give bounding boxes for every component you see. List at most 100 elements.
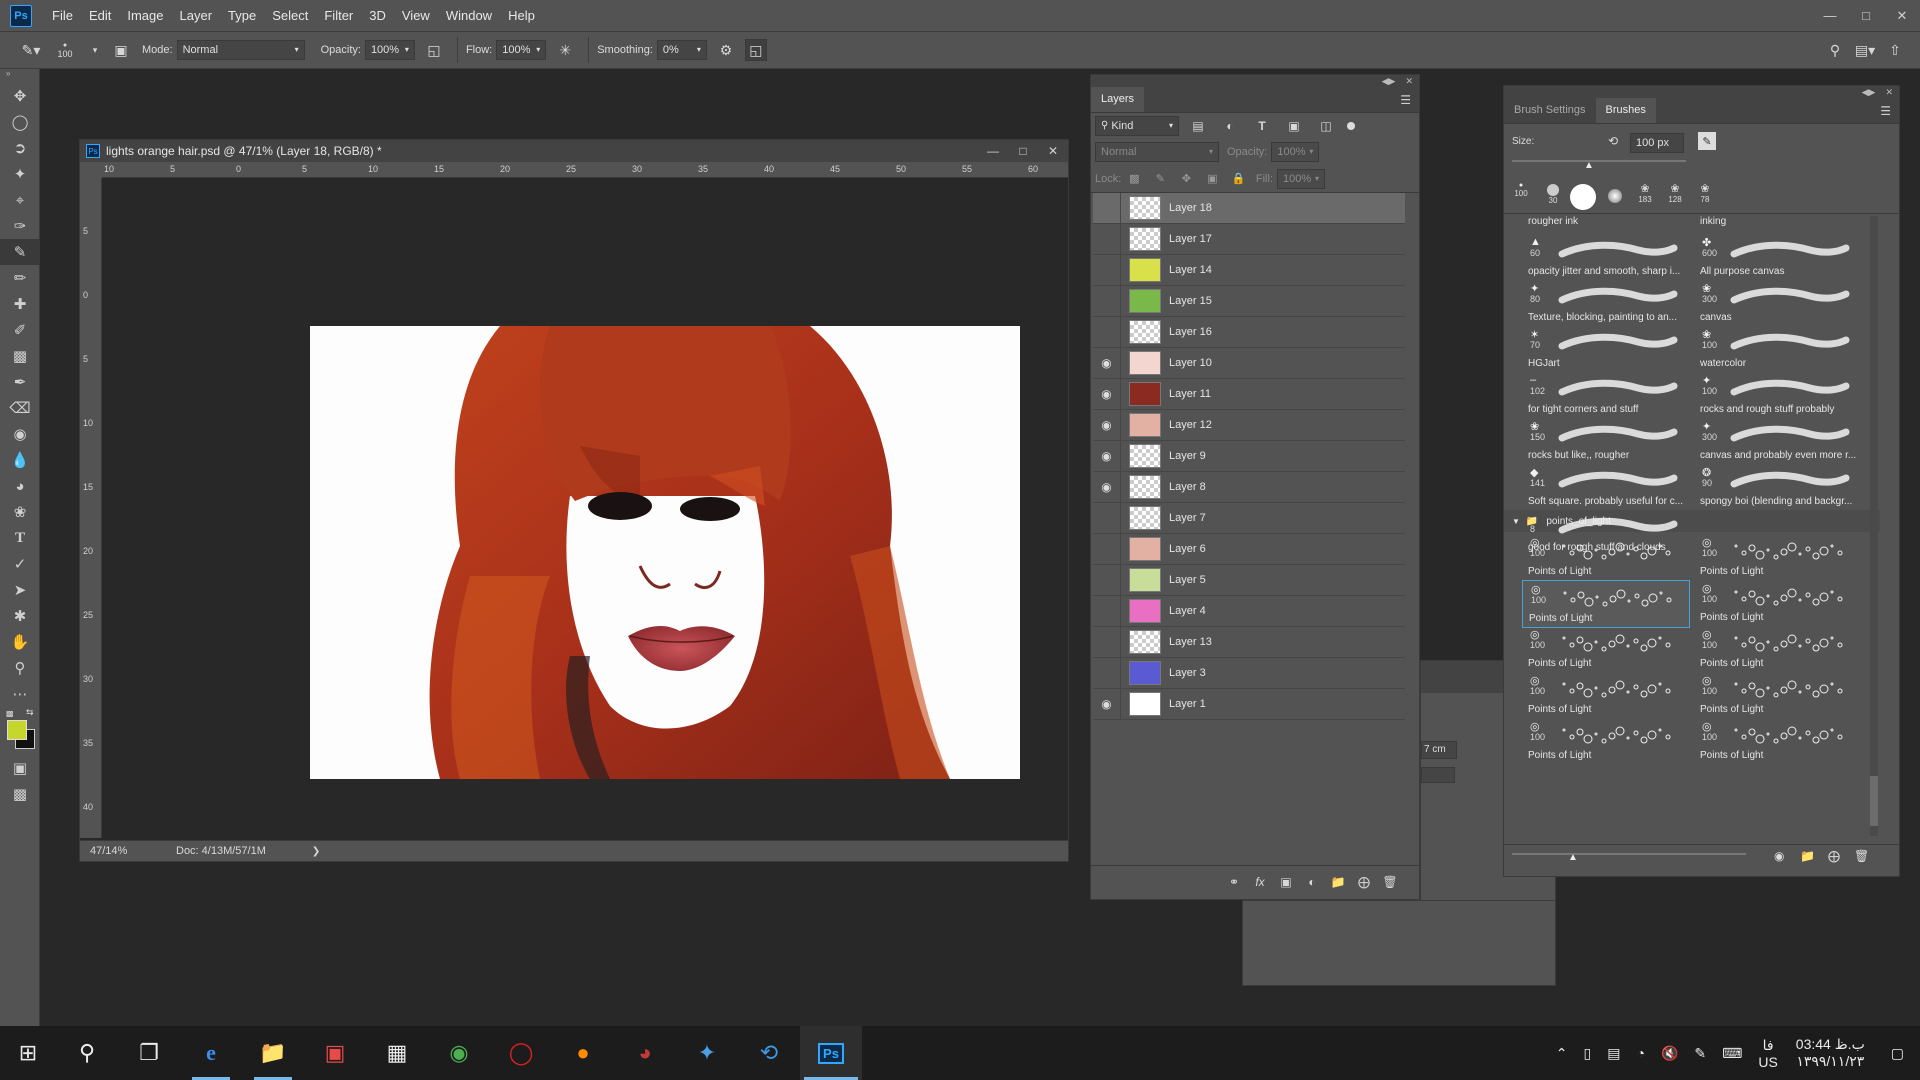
visibility-off-icon[interactable]: [1093, 564, 1121, 596]
layer-thumbnail[interactable]: [1129, 227, 1161, 251]
layer-name[interactable]: Layer 10: [1169, 357, 1212, 369]
tab-layers[interactable]: Layers: [1091, 87, 1145, 112]
ruler-origin[interactable]: [80, 162, 102, 178]
pressure-size-icon[interactable]: ◱: [744, 39, 767, 61]
app-icon-fish[interactable]: ✦: [676, 1026, 738, 1080]
layer-thumbnail[interactable]: [1129, 537, 1161, 561]
new-layer-icon[interactable]: ⨁: [1353, 871, 1375, 893]
layer-row[interactable]: Layer 6: [1093, 533, 1405, 565]
maximize-icon[interactable]: □: [1008, 144, 1038, 158]
eye-icon[interactable]: ◉: [1093, 347, 1121, 379]
brush-tool-preset-icon[interactable]: ✎▾: [20, 39, 42, 61]
magic-wand-tool-icon[interactable]: ✦: [0, 161, 40, 187]
calculator-icon[interactable]: ▦: [366, 1026, 428, 1080]
brush-preset[interactable]: ◎ 100 Points of Light: [1694, 580, 1862, 628]
visibility-off-icon[interactable]: [1093, 595, 1121, 627]
lock-transparent-icon[interactable]: ▩: [1123, 168, 1145, 190]
new-brush-icon[interactable]: ⨁: [1828, 849, 1840, 863]
dodge-tool-icon[interactable]: ◕: [0, 473, 40, 499]
layer-name[interactable]: Layer 13: [1169, 636, 1212, 648]
wifi-icon[interactable]: ◔: [1628, 1045, 1652, 1061]
brush-size-picker[interactable]: ● 100: [50, 42, 80, 59]
filter-smart-object-icon[interactable]: ◫: [1315, 115, 1337, 137]
brush-preset[interactable]: ❀ 150 rocks but like,, rougher: [1522, 418, 1690, 466]
clone-stamp-tool-icon[interactable]: ▩: [0, 343, 40, 369]
keyboard-icon[interactable]: ⌨: [1714, 1045, 1750, 1062]
edge-browser-icon[interactable]: e: [180, 1026, 242, 1080]
chevron-right-icon[interactable]: ❯: [312, 846, 320, 857]
file-explorer-icon[interactable]: 📁: [242, 1026, 304, 1080]
layer-name[interactable]: Layer 5: [1169, 574, 1206, 586]
filter-kind-select[interactable]: ⚲ Kind ▾: [1095, 116, 1179, 136]
filter-type-icon[interactable]: T: [1251, 115, 1273, 137]
recent-brush[interactable]: [1570, 182, 1596, 212]
smoothing-field[interactable]: 0% ▾: [656, 40, 707, 60]
airbrush-icon[interactable]: ✳: [554, 39, 576, 61]
layer-thumbnail[interactable]: [1129, 599, 1161, 623]
photoshop-logo-icon[interactable]: Ps: [10, 4, 32, 27]
move-tool-icon[interactable]: ✥: [0, 83, 40, 109]
filter-shape-icon[interactable]: ▣: [1283, 115, 1305, 137]
clock[interactable]: 03:44 ب.ظ ۱۳۹۹/۱۱/۲۳: [1786, 1036, 1875, 1070]
trash-icon[interactable]: 🗑: [1854, 849, 1869, 863]
menu-edit[interactable]: Edit: [81, 0, 119, 31]
visibility-off-icon[interactable]: [1093, 223, 1121, 255]
layer-name[interactable]: Layer 12: [1169, 419, 1212, 431]
fx-icon[interactable]: fx: [1249, 871, 1271, 893]
document-info[interactable]: Doc: 4/13M/57/1M: [176, 845, 266, 857]
tab-brushes[interactable]: Brushes: [1595, 98, 1656, 123]
recent-brush[interactable]: [1602, 182, 1628, 212]
layer-row[interactable]: Layer 15: [1093, 285, 1405, 317]
task-view-icon[interactable]: ❐: [118, 1026, 180, 1080]
layer-name[interactable]: Layer 9: [1169, 450, 1206, 462]
volume-muted-icon[interactable]: 🔇: [1653, 1045, 1686, 1062]
layer-opacity-field[interactable]: 100% ▾: [1271, 142, 1320, 162]
close-icon[interactable]: ✕: [1405, 76, 1413, 87]
layer-name[interactable]: Layer 4: [1169, 605, 1206, 617]
quick-mask-icon[interactable]: ▣: [0, 755, 40, 781]
canvas-area[interactable]: [102, 178, 1068, 838]
layer-row[interactable]: Layer 17: [1093, 223, 1405, 255]
brush-preset[interactable]: ◎ 100 Points of Light: [1522, 580, 1690, 628]
visibility-off-icon[interactable]: [1093, 626, 1121, 658]
layer-thumbnail[interactable]: [1129, 320, 1161, 344]
brush-preset[interactable]: ✦ 300 canvas and probably even more r...: [1694, 418, 1862, 466]
layer-name[interactable]: Layer 16: [1169, 326, 1212, 338]
layer-thumbnail[interactable]: [1129, 413, 1161, 437]
layer-thumbnail[interactable]: [1129, 568, 1161, 592]
brush-preset[interactable]: ✶ 70 HGJart: [1522, 326, 1690, 374]
brush-preset[interactable]: ◆ 141 Soft square. probably useful for c..…: [1522, 464, 1690, 512]
new-group-icon[interactable]: 📁: [1327, 871, 1349, 893]
brush-preset[interactable]: ◎ 100 Points of Light: [1694, 626, 1862, 674]
new-group-icon[interactable]: 📁: [1800, 849, 1815, 863]
pressure-opacity-icon[interactable]: ◱: [423, 39, 445, 61]
photoshop-taskbar-icon[interactable]: Ps: [800, 1026, 862, 1080]
eraser-tool-icon[interactable]: ⌫: [0, 395, 40, 421]
filter-adjustment-icon[interactable]: ◐: [1219, 115, 1241, 137]
custom-shape-tool-icon[interactable]: ✱: [0, 603, 40, 629]
swap-colors-icon[interactable]: ⇆: [26, 707, 34, 718]
menu-type[interactable]: Type: [220, 0, 264, 31]
layer-row[interactable]: ◉ Layer 8: [1093, 471, 1405, 503]
lock-artboard-icon[interactable]: ▣: [1201, 168, 1223, 190]
brush-preset[interactable]: ◎ 100 Points of Light: [1694, 534, 1862, 582]
search-icon[interactable]: ⚲: [1824, 39, 1846, 61]
brush-preset[interactable]: ◎ 100 Points of Light: [1522, 626, 1690, 674]
mode-select[interactable]: Normal ▾: [176, 40, 305, 60]
layer-row[interactable]: ◉ Layer 12: [1093, 409, 1405, 441]
layer-thumbnail[interactable]: [1129, 692, 1161, 716]
language-indicator[interactable]: فا US: [1750, 1037, 1785, 1070]
path-selection-tool-icon[interactable]: ➤: [0, 577, 40, 603]
more-tools-icon[interactable]: ⋯: [0, 681, 40, 707]
search-icon[interactable]: ⚲: [56, 1026, 118, 1080]
healing-brush-tool-icon[interactable]: ✚: [0, 291, 40, 317]
artwork-canvas[interactable]: [310, 326, 1020, 779]
layer-name[interactable]: Layer 11: [1169, 388, 1211, 400]
layer-name[interactable]: Layer 6: [1169, 543, 1206, 555]
layer-name[interactable]: Layer 17: [1169, 233, 1212, 245]
lock-pixels-icon[interactable]: ✎: [1149, 168, 1171, 190]
layer-row[interactable]: Layer 7: [1093, 502, 1405, 534]
unit-field-2[interactable]: [1421, 767, 1455, 783]
visibility-off-icon[interactable]: [1093, 285, 1121, 317]
brush-preset[interactable]: ◎ 100 Points of Light: [1694, 672, 1862, 720]
